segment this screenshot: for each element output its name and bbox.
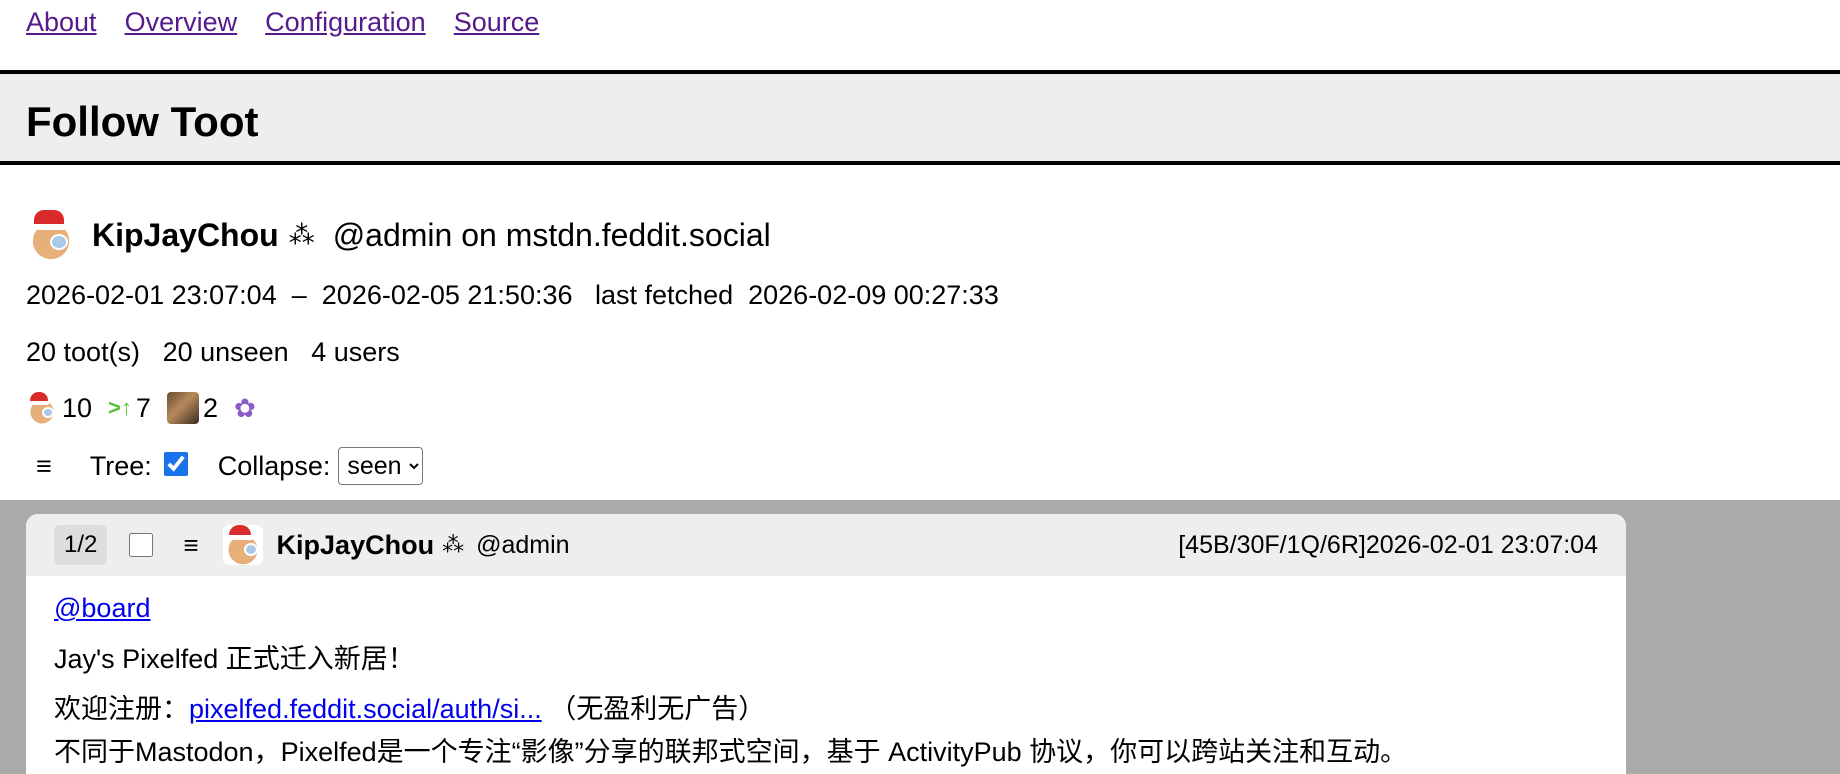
title-bar: Follow Toot (0, 70, 1840, 165)
toot-pager[interactable]: 1/2 (54, 525, 108, 565)
robot-avatar-icon[interactable]: ✿ (234, 393, 256, 424)
user-photo-avatar-icon[interactable] (166, 392, 199, 424)
menu-icon[interactable]: ≡ (36, 451, 52, 482)
last-fetched-label: last fetched (595, 280, 734, 310)
nav-source-link[interactable]: Source (454, 7, 540, 38)
toot-line-2-suffix: （无盈利无广告） (549, 694, 766, 724)
toot-seen-checkbox[interactable] (129, 533, 154, 557)
user-header: KipJayChou ⁂ @admin on mstdn.feddit.soci… (26, 210, 771, 260)
date-end: 2026-02-05 21:50:36 (321, 280, 573, 310)
toot-bot-marker-icon: ⁂ (442, 532, 465, 557)
user-display-name[interactable]: KipJayChou (92, 217, 279, 254)
toot-count: 20 toot(s) (26, 337, 141, 367)
toot-meta: [45B/30F/1Q/6R] 2026-02-01 23:07:04 (1178, 514, 1598, 576)
toot-header: 1/2 ≡ KipJayChou ⁂ @admin [45B/30F/1Q/6R… (26, 514, 1626, 576)
user-stats: 10 >↑ 7 2 ✿ (26, 391, 256, 425)
last-fetched-date: 2026-02-09 00:27:33 (748, 280, 999, 310)
bot-marker-icon: ⁂ (288, 219, 315, 250)
mention-link[interactable]: @board (54, 593, 150, 623)
collapse-label: Collapse: (217, 450, 331, 481)
user-avatar-icon[interactable] (26, 392, 58, 424)
avatar[interactable] (26, 210, 76, 260)
toot-avatar[interactable] (222, 525, 263, 565)
date-range: 2026-02-01 23:07:04 – 2026-02-05 21:50:3… (26, 280, 999, 311)
user-count: 4 users (311, 337, 400, 367)
view-controls: ≡ Tree: Collapse: seen (36, 446, 424, 486)
tree-label: Tree: (89, 450, 152, 481)
date-separator: – (291, 280, 307, 310)
boost-icon[interactable]: >↑ (108, 395, 132, 421)
user-handle: @admin on mstdn.feddit.social (332, 216, 771, 253)
page-title: Follow Toot (26, 98, 259, 145)
toot-line-3: 不同于Mastodon，Pixelfed是一个专注“影像”分享的联邦式空间，基于… (54, 736, 1408, 767)
toot-line-2-prefix: 欢迎注册： (54, 694, 189, 724)
toot-author-name[interactable]: KipJayChou (277, 530, 435, 561)
toot-date[interactable]: 2026-02-01 23:07:04 (1366, 531, 1598, 560)
tree-checkbox[interactable] (163, 452, 188, 476)
toot-menu-icon[interactable]: ≡ (183, 530, 198, 561)
top-nav: About Overview Configuration Source (26, 0, 539, 44)
summary-counts: 20 toot(s) 20 unseen 4 users (26, 337, 400, 368)
nav-overview-link[interactable]: Overview (125, 7, 238, 38)
user3-count: 2 (202, 392, 218, 423)
boost-count: 7 (135, 392, 151, 423)
toot-author-handle[interactable]: @admin (476, 531, 569, 560)
toot-content: @board Jay's Pixelfed 正式迁入新居！ 欢迎注册：pixel… (26, 576, 1626, 774)
nav-configuration-link[interactable]: Configuration (265, 7, 426, 38)
signup-link[interactable]: pixelfed.feddit.social/auth/si... (189, 694, 542, 724)
date-start: 2026-02-01 23:07:04 (26, 280, 277, 310)
toot-card: 1/2 ≡ KipJayChou ⁂ @admin [45B/30F/1Q/6R… (26, 514, 1626, 774)
collapse-select[interactable]: seen (338, 447, 424, 485)
nav-about-link[interactable]: About (26, 7, 97, 38)
toot-line-1: Jay's Pixelfed 正式迁入新居！ (54, 643, 415, 674)
unseen-count: 20 unseen (162, 337, 289, 367)
user-toot-count: 10 (62, 392, 93, 423)
toot-stats: [45B/30F/1Q/6R] (1178, 530, 1366, 559)
